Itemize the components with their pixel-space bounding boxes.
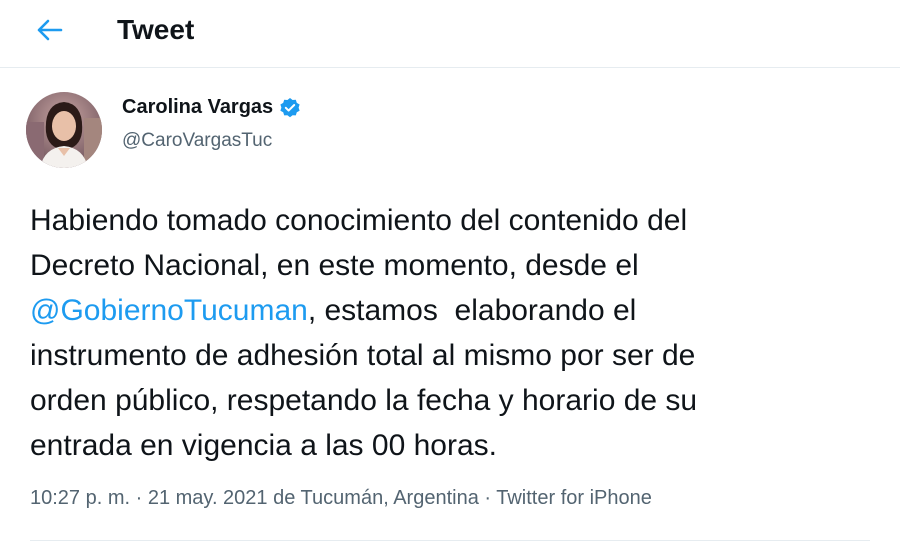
tweet-line-2: Decreto Nacional, en este momento, desde… — [30, 249, 639, 282]
tweet-source[interactable]: Twitter for iPhone — [496, 487, 652, 509]
profile-photo — [26, 92, 102, 168]
tweet-date[interactable]: 21 may. 2021 — [148, 487, 268, 509]
avatar[interactable] — [26, 92, 102, 168]
top-bar: Tweet — [0, 0, 900, 68]
tweet-location: de Tucumán, Argentina — [267, 487, 479, 509]
tweet-text: Habiendo tomado conocimiento del conteni… — [30, 198, 880, 468]
author-name-row[interactable]: Carolina Vargas — [122, 96, 301, 119]
tweet-meta: 10:27 p. m. · 21 may. 2021 de Tucumán, A… — [30, 487, 652, 510]
mention-link[interactable]: @GobiernoTucuman — [30, 294, 308, 327]
page-title: Tweet — [117, 14, 195, 45]
author-handle[interactable]: @CaroVargasTuc — [122, 130, 272, 152]
tweet-line-3: , estamos elaborando el — [307, 294, 637, 327]
arrow-left-icon — [37, 19, 63, 41]
tweet-time[interactable]: 10:27 p. m. — [30, 487, 130, 509]
divider — [30, 540, 870, 541]
verified-badge-icon — [280, 97, 300, 117]
meta-separator: · — [478, 487, 497, 509]
tweet-line-5: orden público, respetando la fecha y hor… — [30, 384, 698, 417]
tweet-line-1: Habiendo tomado conocimiento del conteni… — [30, 204, 688, 237]
tweet-line-6: entrada en vigencia a las 00 horas. — [30, 429, 497, 462]
meta-separator: · — [130, 487, 148, 509]
back-button[interactable] — [30, 10, 70, 50]
author-name[interactable]: Carolina Vargas — [122, 96, 273, 119]
tweet-line-4: instrumento de adhesión total al mismo p… — [30, 339, 696, 372]
